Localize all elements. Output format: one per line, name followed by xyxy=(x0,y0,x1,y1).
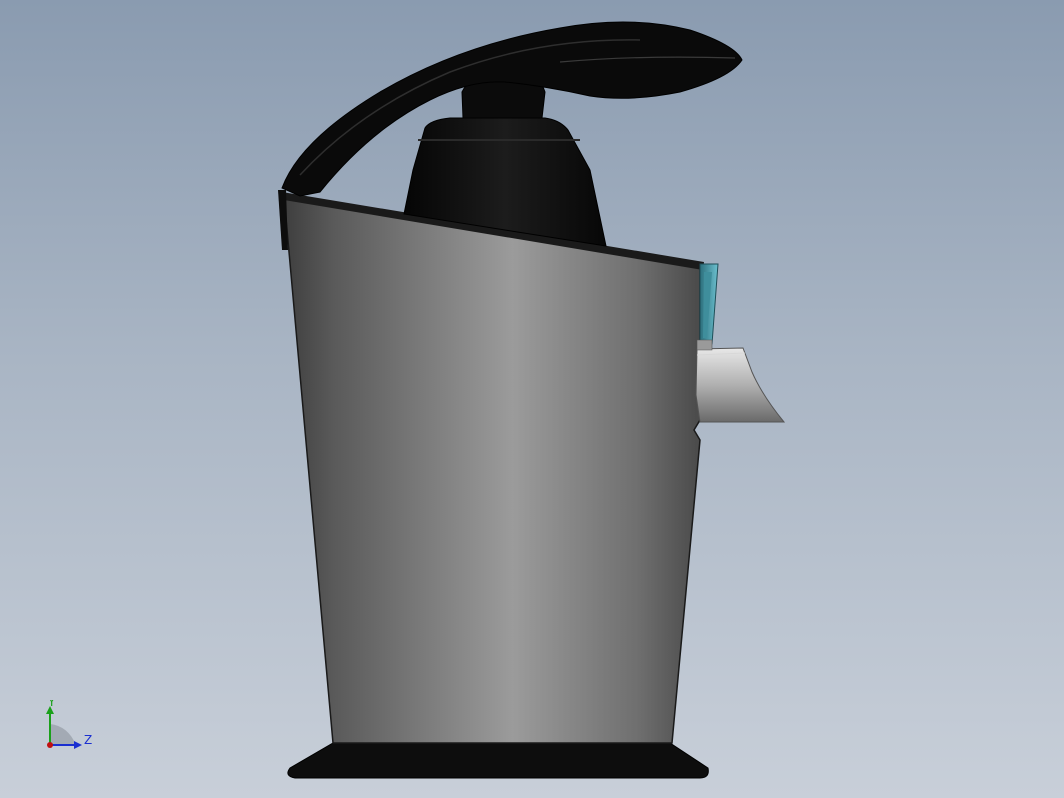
x-axis-dot xyxy=(47,742,53,748)
orientation-triad: Y Z xyxy=(46,700,92,749)
graphics-viewport[interactable]: Y Z xyxy=(0,0,1064,798)
base-plate[interactable] xyxy=(287,742,709,779)
y-axis-label: Y xyxy=(47,700,56,709)
z-axis-label: Z xyxy=(84,733,92,747)
spout-small-piece xyxy=(696,339,713,351)
juicer-model[interactable] xyxy=(0,0,1064,798)
body-shell[interactable] xyxy=(283,195,701,744)
spout[interactable] xyxy=(695,347,786,423)
z-axis-arrow xyxy=(74,741,82,749)
triad-plane xyxy=(50,724,76,745)
